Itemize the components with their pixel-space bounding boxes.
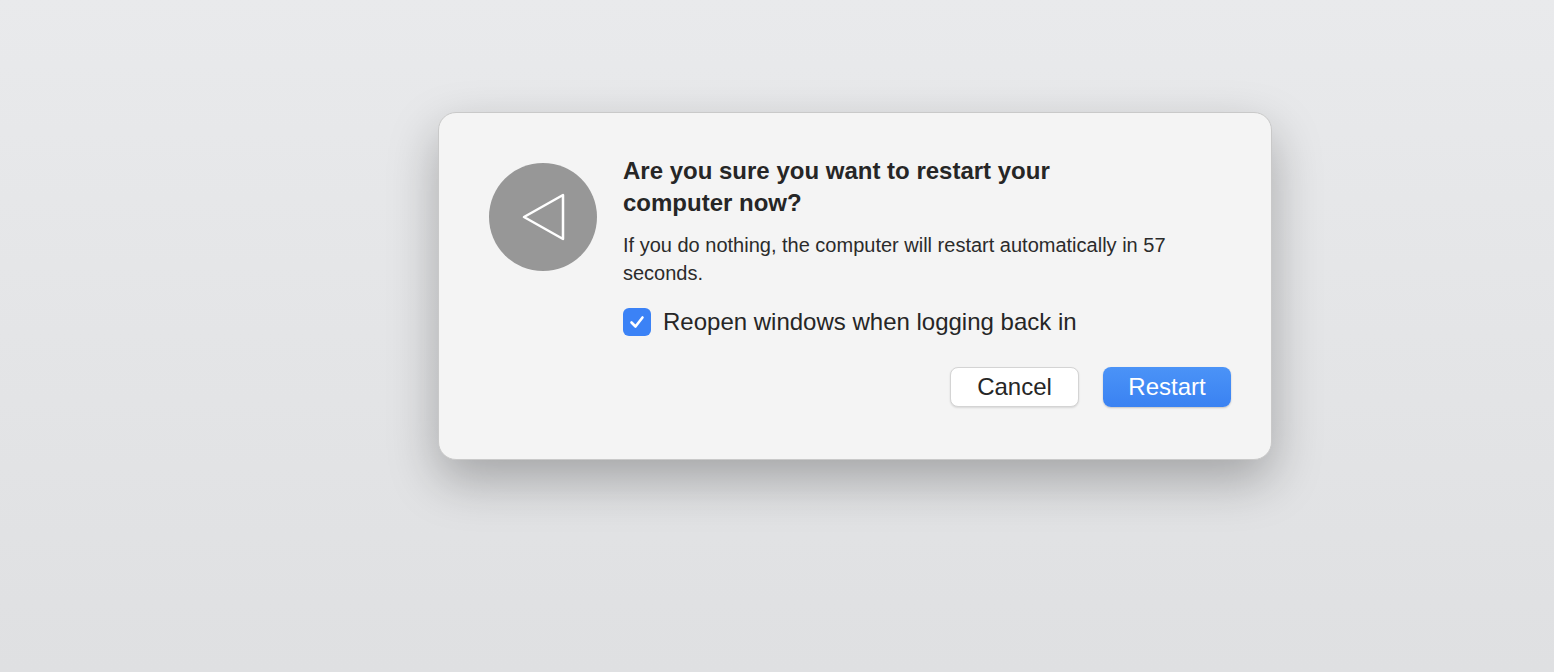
dialog-content: Are you sure you want to restart your co… — [623, 155, 1231, 419]
restart-icon — [489, 163, 597, 271]
desktop: Are you sure you want to restart your co… — [0, 0, 1554, 672]
restart-button[interactable]: Restart — [1103, 367, 1231, 407]
triangle-icon — [519, 191, 567, 243]
reopen-checkbox-row[interactable]: Reopen windows when logging back in — [623, 307, 1231, 337]
checkmark-icon — [628, 313, 646, 331]
reopen-checkbox[interactable] — [623, 308, 651, 336]
restart-dialog: Are you sure you want to restart your co… — [438, 112, 1272, 460]
dialog-message: If you do nothing, the computer will res… — [623, 231, 1231, 287]
dialog-title: Are you sure you want to restart your co… — [623, 155, 1123, 219]
reopen-label: Reopen windows when logging back in — [663, 307, 1077, 337]
cancel-button[interactable]: Cancel — [950, 367, 1079, 407]
button-row: Cancel Restart — [623, 367, 1231, 407]
